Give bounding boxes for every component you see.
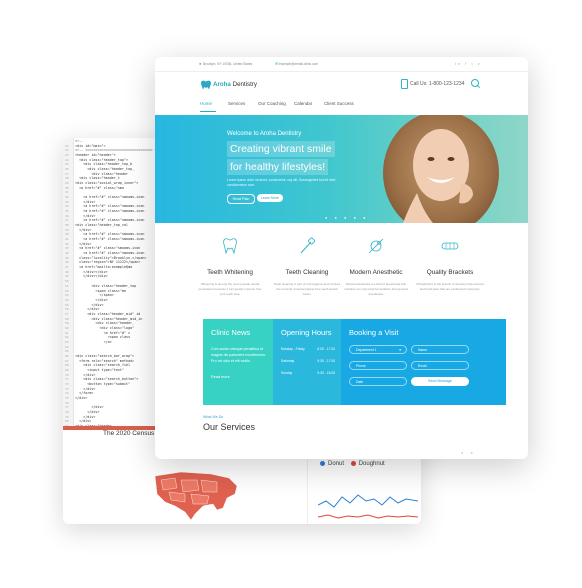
hours-time: 9.30 - 15.00: [317, 371, 335, 375]
name-field[interactable]: Name: [411, 345, 469, 354]
hero-headline: Creating vibrant smile for healthy lifes…: [227, 141, 335, 177]
send-message-button[interactable]: Send Message: [411, 377, 469, 386]
hours-row: Monday - Friday 8.00 - 17.00: [281, 347, 335, 351]
search-icon[interactable]: [471, 79, 479, 87]
chart-legend: Donut Doughnut: [320, 461, 385, 467]
phone-field[interactable]: Phone: [349, 361, 407, 370]
read-more-link[interactable]: Read more: [211, 375, 230, 379]
clinic-news-text: Cum sociis natoque penatibus et magnis d…: [211, 347, 266, 363]
mail-icon: ✉: [275, 61, 279, 66]
address-text: Brooklyn, NY 10036, United States: [203, 62, 253, 66]
service-title: Teeth Whitening: [207, 269, 253, 276]
nav-our-coaching[interactable]: Our Coaching: [258, 101, 286, 106]
census-title: The 2020 Census w: [103, 430, 161, 437]
opening-hours-title: Opening Hours: [281, 328, 332, 337]
hero-headline-line2: for healthy lifestyles!: [227, 159, 329, 175]
booking-title: Booking a Visit: [349, 328, 399, 337]
hours-day: Sunday: [281, 371, 293, 375]
info-band: Clinic News Cum sociis natoque penatibus…: [203, 319, 506, 405]
read-plan-button[interactable]: Read Plan: [227, 194, 255, 204]
service-quality-brackets[interactable]: Quality Brackets Orthodontics is the bra…: [409, 227, 491, 292]
brand-name: Aroha Dentistry: [213, 81, 257, 88]
hero-banner: Welcome to Aroha Dentistry Creating vibr…: [155, 115, 528, 223]
tooth-icon: [223, 238, 237, 255]
service-desc: Whitening is among the most popular dent…: [198, 282, 262, 296]
opening-hours-panel: Opening Hours Monday - Friday 8.00 - 17.0…: [273, 319, 341, 405]
hours-row: Sunday 9.30 - 15.00: [281, 371, 335, 375]
department-value: Department 1: [356, 348, 377, 352]
toothbrush-icon: [300, 237, 316, 254]
hours-day: Saturday: [281, 359, 295, 363]
department-select[interactable]: Department 1 ▾: [349, 345, 407, 354]
smiling-woman-photo: [383, 115, 499, 223]
nav-services[interactable]: Services: [228, 101, 245, 106]
service-teeth-whitening[interactable]: Teeth Whitening Whitening is among the m…: [189, 227, 271, 296]
learn-more-button[interactable]: Learn More: [257, 194, 283, 202]
call-us-text[interactable]: Call Us: 1-800-123-1234: [410, 81, 464, 87]
brand-name-bold: Aroha: [213, 81, 231, 88]
clinic-news-title: Clinic News: [211, 328, 251, 337]
legend-label-donut: Donut: [328, 461, 345, 468]
phone-icon: [401, 79, 408, 89]
what-we-do-label: What We Do: [203, 415, 224, 419]
nav-calendar[interactable]: Calendar: [294, 101, 312, 106]
top-info-bar: ● Brooklyn, NY 10036, United States ✉ ex…: [155, 57, 528, 72]
brackets-icon: [441, 242, 459, 250]
legend-dot-doughnut: [350, 461, 356, 466]
nav-home[interactable]: Home: [200, 101, 212, 106]
clinic-news-panel: Clinic News Cum sociis natoque penatibus…: [203, 319, 273, 405]
hero-slider-dots[interactable]: ● ● ● ● ●: [325, 215, 369, 220]
nav-active-indicator: [200, 111, 216, 112]
service-modern-anesthetic[interactable]: Modern Anesthetic Dental anesthesia is a…: [335, 227, 417, 296]
hours-row: Saturday 9.30 - 17.00: [281, 359, 335, 363]
hours-time: 8.00 - 17.00: [317, 347, 335, 351]
us-map: [154, 471, 238, 521]
booking-panel: Booking a Visit Department 1 ▾ Name Phone…: [341, 319, 506, 405]
hours-time: 9.30 - 17.00: [317, 359, 335, 363]
our-services-title: Our Services: [203, 422, 256, 432]
service-title: Quality Brackets: [426, 269, 474, 276]
hero-headline-line1: Creating vibrant smile: [227, 141, 335, 157]
syringe-icon: [368, 238, 384, 254]
service-title: Modern Anesthetic: [349, 269, 403, 276]
hero-welcome: Welcome to Aroha Dentistry: [227, 131, 302, 137]
email-link[interactable]: example@dental-clinic.com: [279, 62, 318, 66]
service-desc: Dental anesthesia is a field of anesthes…: [344, 282, 408, 296]
service-desc: Orthodontics is the branch of dentistry …: [416, 282, 484, 291]
date-field[interactable]: Date: [349, 377, 407, 386]
nav-client-success[interactable]: Client Success: [324, 101, 354, 106]
tooth-logo-icon: [201, 80, 211, 90]
services-slider-dots[interactable]: ● ●: [461, 450, 476, 455]
email-field[interactable]: Email: [411, 361, 469, 370]
trend-lines: [318, 494, 418, 519]
services-row: Teeth Whitening Whitening is among the m…: [155, 227, 528, 319]
website-preview: ● Brooklyn, NY 10036, United States ✉ ex…: [155, 57, 528, 459]
chevron-down-icon: ▾: [399, 348, 401, 352]
hero-subtext: Lorem ipsum dolor sit amet, consectetur.…: [227, 178, 336, 187]
service-desc: Teeth cleaning is part of oral hygiene a…: [273, 282, 341, 296]
legend-dot-donut: [320, 461, 325, 466]
brand-name-rest: Dentistry: [230, 81, 258, 88]
legend-label-doughnut: Doughnut: [358, 461, 385, 468]
location-icon: ●: [199, 61, 202, 66]
hours-day: Monday - Friday: [281, 347, 305, 351]
social-icons[interactable]: in f t v: [455, 61, 482, 66]
